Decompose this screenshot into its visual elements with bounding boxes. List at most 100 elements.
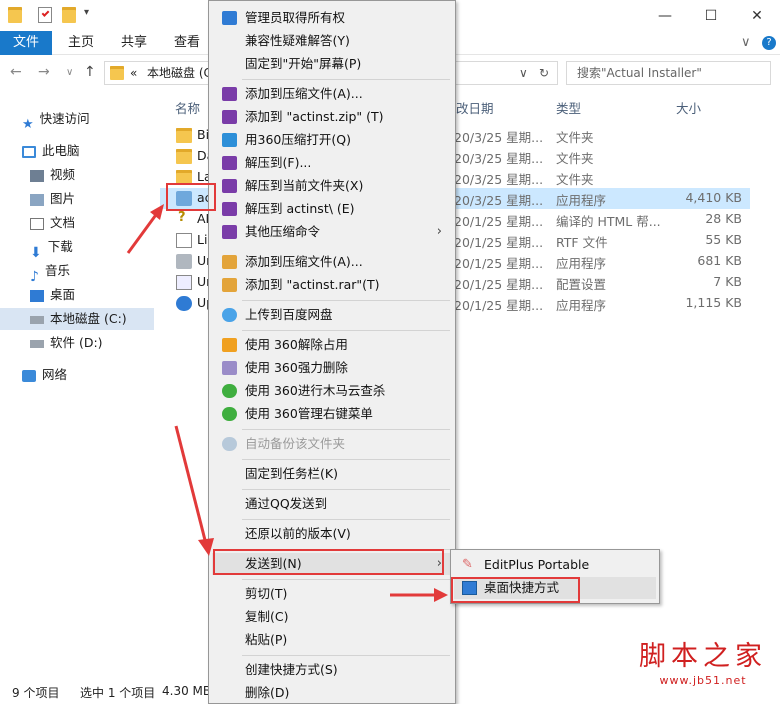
- search-input[interactable]: 搜索"Actual Installer": [566, 61, 771, 85]
- menu-item-add-rar[interactable]: 添加到 "actinst.rar"(T): [212, 274, 452, 296]
- menu-item-extract-here[interactable]: 解压到当前文件夹(X): [212, 175, 452, 197]
- menu-item-restore-versions[interactable]: 还原以前的版本(V): [212, 523, 452, 545]
- column-header-name[interactable]: 名称: [175, 98, 200, 117]
- nav-item-quick-access[interactable]: ★ 快速访问: [22, 108, 90, 132]
- submenu-item-desktop-shortcut[interactable]: 桌面快捷方式: [454, 577, 656, 599]
- 360-shield-icon: [222, 407, 237, 421]
- menu-item-cut[interactable]: 剪切(T): [212, 583, 452, 605]
- item-count: 9 个项目: [12, 686, 60, 700]
- submenu-arrow-icon: ›: [436, 556, 442, 571]
- gear-icon: [222, 11, 237, 25]
- desktop-icon: [462, 581, 477, 595]
- path-segment[interactable]: 本地磁盘 (C: [147, 62, 212, 84]
- tab-home[interactable]: 主页: [68, 31, 94, 55]
- menu-item-open-360zip[interactable]: 用360压缩打开(Q): [212, 129, 452, 151]
- nav-item-network[interactable]: 网络: [22, 364, 67, 386]
- nav-item-software-d[interactable]: 软件 (D:): [30, 332, 103, 354]
- customize-quick-access-icon[interactable]: ▾: [84, 7, 94, 23]
- menu-item-baidu-upload[interactable]: 上传到百度网盘: [212, 304, 452, 326]
- menu-item-extract-to[interactable]: 解压到(F)...: [212, 152, 452, 174]
- refresh-icon[interactable]: ↻: [539, 62, 549, 84]
- menu-item-compatibility[interactable]: 兼容性疑难解答(Y): [212, 30, 452, 52]
- winrar-icon: [222, 255, 237, 269]
- menu-item-add-archive-rar[interactable]: 添加到压缩文件(A)...: [212, 251, 452, 273]
- selected-count: 选中 1 个项目: [80, 686, 156, 700]
- nav-item-desktop[interactable]: 桌面: [30, 284, 75, 306]
- minimize-button[interactable]: —: [642, 0, 688, 31]
- download-icon: ⬇: [30, 244, 42, 261]
- menu-item-send-qq[interactable]: 通过QQ发送到: [212, 493, 452, 515]
- up-arrow-icon[interactable]: ↑: [84, 64, 96, 80]
- computer-icon: [22, 145, 36, 158]
- menu-separator: [242, 429, 450, 430]
- watermark-title: 脚本之家: [639, 641, 767, 672]
- tab-file[interactable]: 文件: [0, 31, 52, 55]
- drive-icon: [30, 339, 44, 348]
- menu-separator: [242, 655, 450, 656]
- desktop-icon: [30, 289, 44, 302]
- shred-icon: [222, 361, 237, 375]
- archive-icon: [222, 133, 237, 147]
- maximize-button[interactable]: ☐: [688, 0, 734, 31]
- menu-item-send-to[interactable]: 发送到(N) ›: [212, 553, 452, 575]
- folder-icon: [176, 170, 192, 185]
- unlock-icon: [222, 338, 237, 352]
- config-file-icon: [176, 275, 192, 290]
- ribbon-expand-button[interactable]: ∨: [741, 31, 751, 55]
- menu-item-360-unlock[interactable]: 使用 360解除占用: [212, 334, 452, 356]
- menu-item-pin-start[interactable]: 固定到"开始"屏幕(P): [212, 53, 452, 75]
- menu-separator: [242, 579, 450, 580]
- recent-locations-icon[interactable]: ∨: [66, 67, 73, 78]
- menu-item-add-zip[interactable]: 添加到 "actinst.zip" (T): [212, 106, 452, 128]
- video-icon: [30, 169, 44, 182]
- column-header-type[interactable]: 类型: [556, 98, 581, 117]
- rtf-file-icon: [176, 233, 192, 248]
- help-icon[interactable]: ?: [762, 36, 776, 50]
- watermark: 脚本之家 www.jb51.net: [628, 640, 778, 700]
- new-folder-icon[interactable]: [62, 7, 76, 23]
- installer-app-icon: [176, 191, 192, 206]
- nav-item-videos[interactable]: 视频: [30, 164, 75, 186]
- menu-item-add-archive[interactable]: 添加到压缩文件(A)...: [212, 83, 452, 105]
- nav-item-downloads[interactable]: ⬇ 下载: [30, 236, 73, 261]
- menu-item-copy[interactable]: 复制(C): [212, 606, 452, 628]
- nav-item-this-pc[interactable]: 此电脑: [22, 140, 80, 162]
- menu-item-360-manage-menu[interactable]: 使用 360管理右键菜单: [212, 403, 452, 425]
- properties-icon[interactable]: [38, 7, 52, 23]
- nav-item-pictures[interactable]: 图片: [30, 188, 75, 210]
- menu-item-extract-folder[interactable]: 解压到 actinst\ (E): [212, 198, 452, 220]
- back-arrow-icon[interactable]: ←: [10, 64, 22, 80]
- tab-share[interactable]: 共享: [121, 31, 147, 55]
- menu-item-delete[interactable]: 删除(D): [212, 682, 452, 704]
- submenu-arrow-icon: ›: [436, 224, 442, 239]
- search-placeholder: 搜索"Actual Installer": [577, 66, 702, 80]
- menu-item-other-compress[interactable]: 其他压缩命令 ›: [212, 221, 452, 243]
- nav-item-local-disk-c[interactable]: 本地磁盘 (C:): [0, 308, 154, 330]
- archive-icon: [222, 225, 237, 239]
- navigation-pane: ★ 快速访问 此电脑 视频 图片 文档 ⬇ 下载 ♪ 音乐 桌面 本地磁盘 (C:) …: [0, 96, 158, 676]
- column-header-size[interactable]: 大小: [676, 98, 701, 117]
- nav-item-music[interactable]: ♪ 音乐: [30, 260, 70, 285]
- menu-item-paste[interactable]: 粘贴(P): [212, 629, 452, 651]
- menu-item-360-delete[interactable]: 使用 360强力删除: [212, 357, 452, 379]
- menu-item-360-scan[interactable]: 使用 360进行木马云查杀: [212, 380, 452, 402]
- close-button[interactable]: ✕: [734, 0, 780, 31]
- selected-size: 4.30 MB: [162, 684, 212, 698]
- menu-item-create-shortcut[interactable]: 创建快捷方式(S): [212, 659, 452, 681]
- folder-icon: [176, 128, 192, 143]
- folder-icon: [176, 149, 192, 164]
- path-overflow[interactable]: «: [130, 62, 137, 84]
- tab-view[interactable]: 查看: [174, 31, 200, 55]
- nav-item-documents[interactable]: 文档: [30, 212, 75, 234]
- menu-item-take-ownership[interactable]: 管理员取得所有权: [212, 7, 452, 29]
- forward-arrow-icon[interactable]: →: [38, 64, 50, 80]
- menu-item-pin-taskbar[interactable]: 固定到任务栏(K): [212, 463, 452, 485]
- dropdown-icon[interactable]: ∨: [519, 62, 528, 84]
- drive-icon: [30, 315, 44, 324]
- menu-separator: [242, 330, 450, 331]
- column-header-date[interactable]: 改日期: [456, 98, 494, 117]
- menu-item-auto-backup: 自动备份该文件夹: [212, 433, 452, 455]
- 360-shield-icon: [222, 384, 237, 398]
- watermark-url: www.jb51.net: [659, 674, 747, 687]
- submenu-item-editplus[interactable]: ✎ EditPlus Portable: [454, 554, 656, 576]
